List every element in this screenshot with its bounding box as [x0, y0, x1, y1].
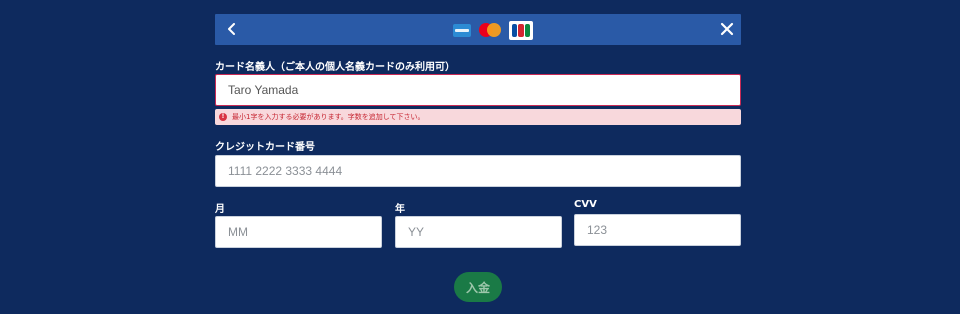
error-icon: !	[219, 113, 227, 121]
cvv-label: CVV	[574, 199, 597, 210]
card-number-label: クレジットカード番号	[215, 142, 315, 153]
jcb-icon	[509, 20, 533, 40]
close-icon[interactable]	[717, 19, 737, 39]
cardholder-input[interactable]: Taro Yamada	[215, 74, 741, 106]
chevron-left-icon[interactable]	[222, 19, 242, 39]
year-label: 年	[395, 204, 405, 215]
modal-header	[215, 14, 741, 45]
mastercard-icon	[477, 22, 503, 38]
cardholder-label: カード名義人（ご本人の個人名義カードのみ利用可）	[215, 62, 455, 73]
month-input[interactable]: MM	[215, 216, 382, 248]
card-number-input[interactable]: 1111 2222 3333 4444	[215, 155, 741, 187]
year-input[interactable]: YY	[395, 216, 562, 248]
cvv-input[interactable]: 123	[574, 214, 741, 246]
card-brand-logos	[453, 20, 533, 40]
cardholder-error-message: ! 最小1字を入力する必要があります。字数を追加して下さい。	[215, 109, 741, 125]
month-label: 月	[215, 204, 225, 215]
deposit-button[interactable]: 入金	[454, 272, 502, 302]
amex-icon	[453, 23, 471, 37]
error-text: 最小1字を入力する必要があります。字数を追加して下さい。	[232, 113, 425, 121]
